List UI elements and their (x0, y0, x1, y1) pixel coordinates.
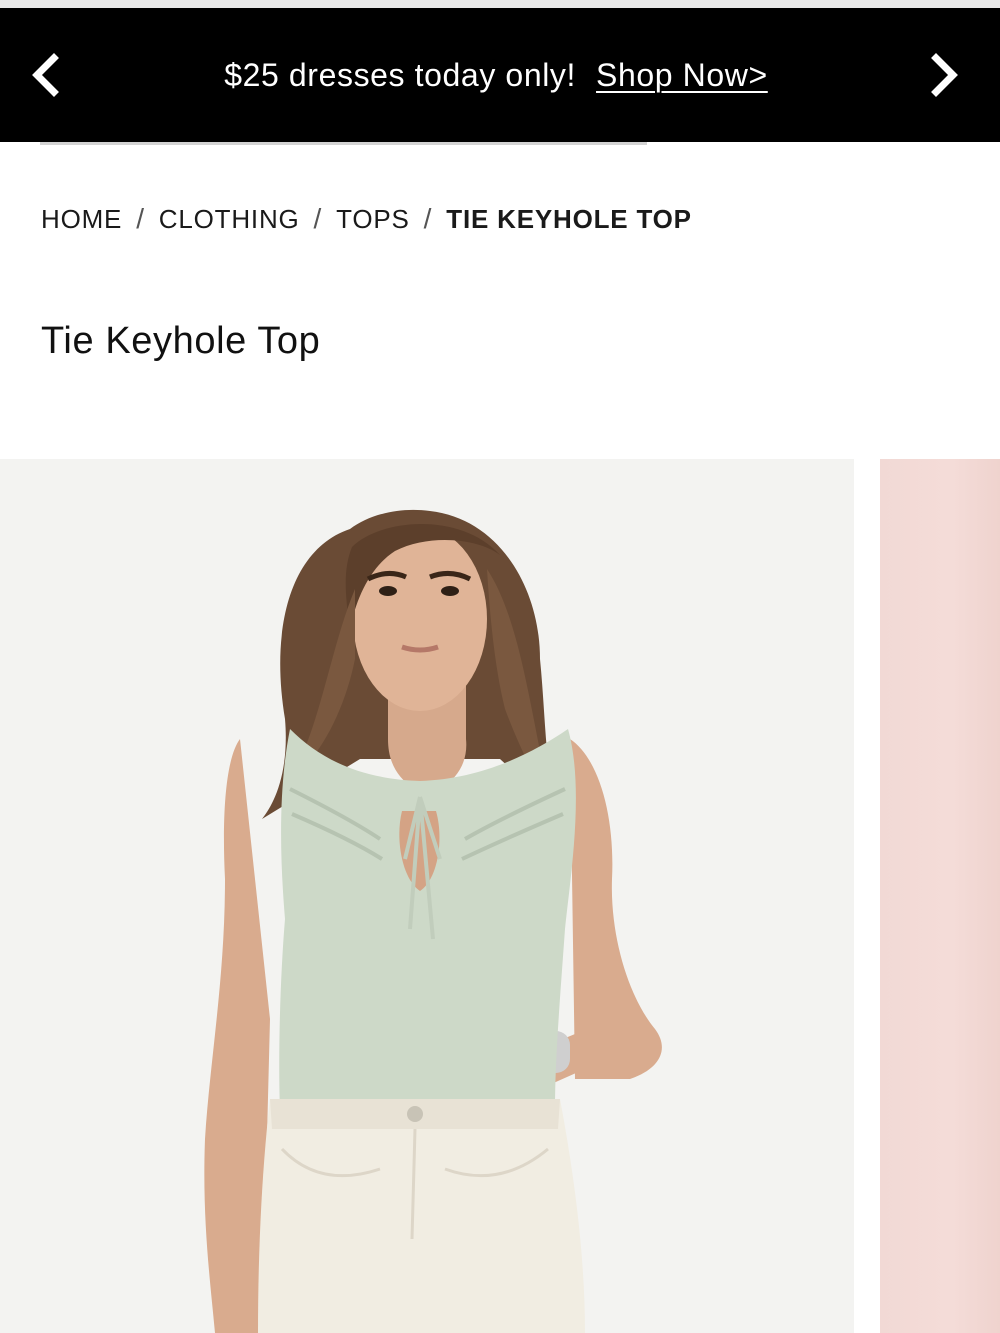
product-image-next-peek[interactable] (880, 459, 1000, 1333)
chevron-left-icon (32, 53, 59, 97)
top-edge-strip (0, 0, 1000, 8)
breadcrumb: HOME / CLOTHING / TOPS / TIE KEYHOLE TOP (41, 203, 692, 235)
promo-content: $25 dresses today only! Shop Now> (224, 57, 768, 94)
product-photo (0, 459, 854, 1333)
promo-next-button[interactable] (920, 52, 966, 98)
breadcrumb-tops[interactable]: TOPS (336, 204, 410, 235)
product-image-main[interactable] (0, 459, 854, 1333)
breadcrumb-home[interactable]: HOME (41, 204, 122, 235)
product-title: Tie Keyhole Top (41, 320, 321, 362)
promo-message: $25 dresses today only! (224, 56, 577, 93)
breadcrumb-separator: / (313, 203, 323, 234)
promo-banner: $25 dresses today only! Shop Now> (0, 8, 1000, 142)
chevron-right-icon (931, 53, 958, 97)
product-image-gallery (0, 459, 1000, 1333)
breadcrumb-separator: / (423, 203, 433, 234)
promo-prev-button[interactable] (24, 52, 70, 98)
breadcrumb-current: TIE KEYHOLE TOP (446, 203, 692, 234)
header-divider (40, 142, 647, 145)
breadcrumb-separator: / (136, 203, 145, 234)
shop-now-link[interactable]: Shop Now> (596, 57, 768, 94)
breadcrumb-clothing[interactable]: CLOTHING (159, 204, 300, 235)
